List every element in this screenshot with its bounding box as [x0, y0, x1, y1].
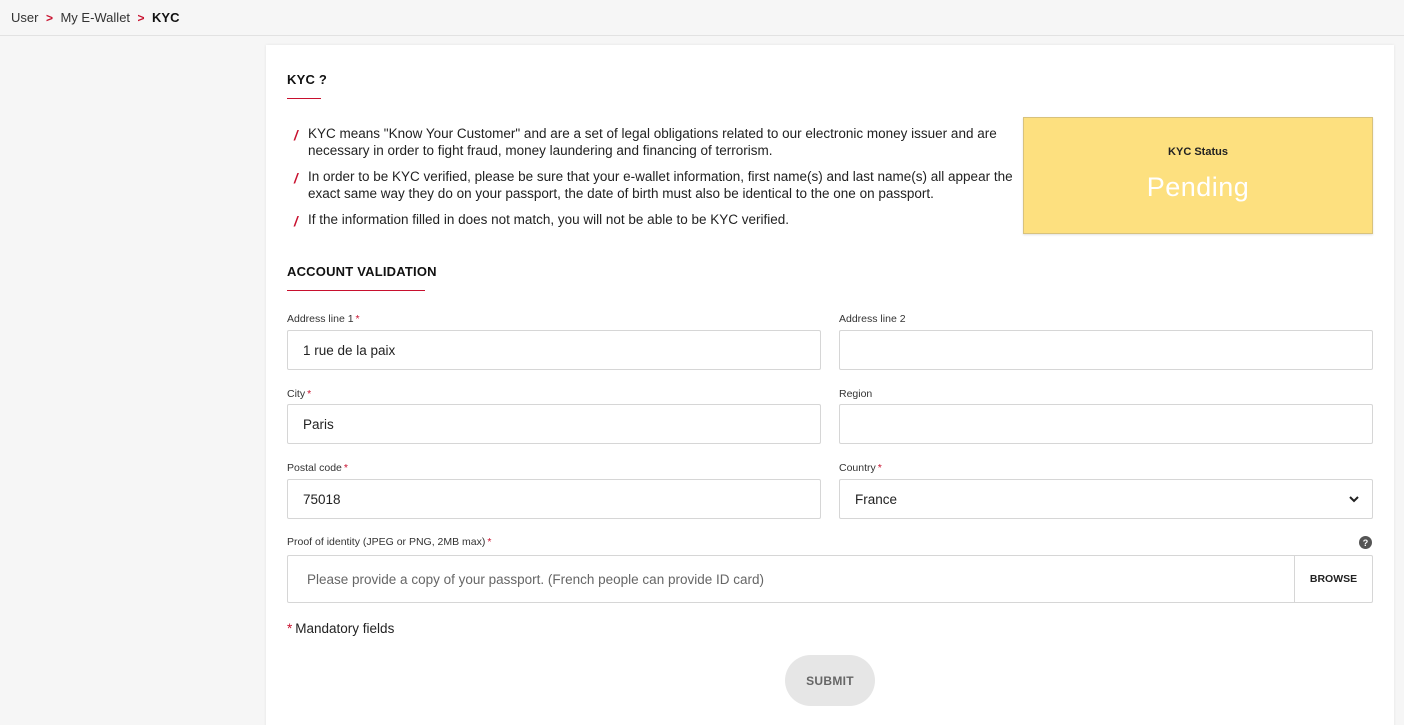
kyc-status-box: KYC Status Pending — [1023, 117, 1373, 234]
breadcrumb: User > My E-Wallet > KYC — [0, 0, 1404, 36]
country-select[interactable]: France — [839, 479, 1373, 519]
account-validation-underline — [287, 290, 425, 291]
address-line-2-label: Address line 2 — [839, 313, 906, 325]
kyc-info-text: In order to be KYC verified, please be s… — [308, 169, 1013, 201]
list-item: / If the information filled in does not … — [294, 211, 1014, 229]
country-label: Country * — [839, 462, 882, 474]
kyc-info-text: KYC means "Know Your Customer" and are a… — [308, 126, 997, 158]
postal-code-label: Postal code * — [287, 462, 348, 474]
kyc-status-label: KYC Status — [1168, 146, 1228, 158]
city-label: City * — [287, 388, 312, 400]
proof-of-identity-label: Proof of identity (JPEG or PNG, 2MB max)… — [287, 536, 492, 548]
city-input[interactable] — [287, 404, 821, 444]
breadcrumb-user[interactable]: User — [11, 10, 38, 25]
account-validation-title: ACCOUNT VALIDATION — [287, 264, 437, 279]
address-line-2-input[interactable] — [839, 330, 1373, 370]
chevron-down-icon — [1349, 496, 1359, 503]
breadcrumb-kyc: KYC — [152, 10, 180, 25]
region-label: Region — [839, 388, 873, 400]
list-item: / In order to be KYC verified, please be… — [294, 168, 1014, 202]
kyc-info-list: / KYC means "Know Your Customer" and are… — [294, 125, 1014, 237]
slash-bullet-icon: / — [294, 128, 298, 143]
file-input-placeholder: Please provide a copy of your passport. … — [307, 572, 764, 587]
chevron-right-icon: > — [45, 10, 53, 25]
proof-of-identity-file-input[interactable]: Please provide a copy of your passport. … — [287, 555, 1373, 603]
address-line-1-label: Address line 1 * — [287, 313, 360, 325]
address-line-1-input[interactable] — [287, 330, 821, 370]
kyc-title-underline — [287, 98, 321, 99]
postal-code-input[interactable] — [287, 479, 821, 519]
help-icon[interactable]: ? — [1359, 536, 1372, 549]
breadcrumb-my-e-wallet[interactable]: My E-Wallet — [60, 10, 130, 25]
slash-bullet-icon: / — [294, 171, 298, 186]
list-item: / KYC means "Know Your Customer" and are… — [294, 125, 1014, 159]
submit-button[interactable]: SUBMIT — [785, 655, 875, 706]
mandatory-fields-note: * Mandatory fields — [287, 621, 395, 636]
kyc-section-title: KYC ? — [287, 72, 327, 87]
chevron-right-icon: > — [137, 10, 145, 25]
browse-button[interactable]: BROWSE — [1294, 556, 1372, 602]
slash-bullet-icon: / — [294, 214, 298, 229]
kyc-info-text: If the information filled in does not ma… — [308, 212, 790, 227]
country-select-value: France — [855, 492, 898, 507]
region-input[interactable] — [839, 404, 1373, 444]
kyc-card: KYC ? / KYC means "Know Your Customer" a… — [266, 45, 1394, 725]
kyc-status-value: Pending — [1146, 172, 1250, 202]
